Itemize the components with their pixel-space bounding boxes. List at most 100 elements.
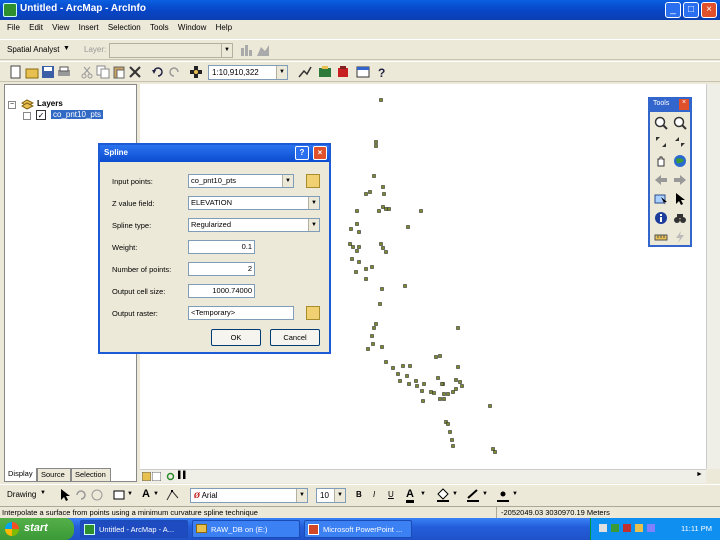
back-extent-icon[interactable] bbox=[654, 173, 668, 187]
font-color-icon[interactable]: A bbox=[406, 488, 414, 503]
select-elements-icon[interactable] bbox=[58, 488, 72, 502]
refresh-icon[interactable] bbox=[166, 472, 175, 481]
layers-root-label[interactable]: Layers bbox=[37, 99, 63, 108]
undo-icon[interactable] bbox=[151, 65, 165, 79]
chevron-down-icon[interactable]: ▼ bbox=[127, 491, 133, 497]
tray-icon-network[interactable] bbox=[599, 524, 607, 532]
input-points-select[interactable]: co_pnt10_pts ▼ bbox=[188, 174, 294, 188]
select-elements-icon[interactable] bbox=[673, 192, 687, 206]
zoom-out-icon[interactable] bbox=[673, 116, 687, 130]
dialog-close-icon[interactable]: × bbox=[313, 146, 327, 160]
pause-drawing-icon[interactable]: ▌▌ bbox=[178, 472, 188, 479]
command-line-icon[interactable] bbox=[356, 65, 370, 79]
layer-visibility-checkbox[interactable]: ✓ bbox=[36, 110, 46, 120]
italic-button[interactable]: I bbox=[373, 490, 375, 499]
chevron-down-icon[interactable]: ▼ bbox=[512, 491, 518, 497]
tray-icon-display[interactable] bbox=[647, 524, 655, 532]
menu-insert[interactable]: Insert bbox=[79, 23, 99, 32]
start-button[interactable]: start bbox=[0, 518, 74, 540]
select-features-icon[interactable] bbox=[654, 192, 668, 206]
marker-color-icon[interactable] bbox=[496, 488, 510, 502]
layer-name[interactable]: co_pnt10_pts bbox=[51, 110, 104, 119]
chevron-down-icon[interactable]: ▼ bbox=[282, 175, 293, 187]
tray-icon-volume[interactable] bbox=[635, 524, 643, 532]
output-raster-input[interactable]: <Temporary> bbox=[188, 306, 294, 320]
chevron-down-icon[interactable]: ▼ bbox=[308, 219, 319, 231]
taskbar-item-explorer[interactable]: RAW_DB on (E:) bbox=[192, 520, 300, 538]
tools-toolbar-header[interactable]: Tools × bbox=[650, 99, 690, 112]
spatial-analyst-menu[interactable]: Spatial Analyst bbox=[7, 45, 59, 54]
cancel-button[interactable]: Cancel bbox=[270, 329, 320, 346]
dialog-title-bar[interactable]: Spline ? × bbox=[100, 145, 329, 162]
spline-type-select[interactable]: Regularized ▼ bbox=[188, 218, 320, 232]
rotate-icon[interactable] bbox=[74, 488, 88, 502]
forward-extent-icon[interactable] bbox=[673, 173, 687, 187]
print-icon[interactable] bbox=[57, 65, 71, 79]
font-select[interactable]: Ø Arial ▼ bbox=[190, 488, 308, 503]
chevron-down-icon[interactable]: ▼ bbox=[308, 197, 319, 209]
browse-folder-icon[interactable] bbox=[306, 174, 320, 188]
line-color-icon[interactable] bbox=[466, 488, 480, 502]
collapse-toggle[interactable]: − bbox=[8, 101, 16, 109]
add-data-icon[interactable] bbox=[189, 65, 203, 79]
chevron-down-icon[interactable]: ▼ bbox=[276, 66, 287, 79]
dialog-help-icon[interactable]: ? bbox=[295, 146, 309, 160]
maximize-button[interactable]: □ bbox=[683, 2, 699, 18]
fixed-zoom-out-icon[interactable] bbox=[673, 135, 687, 149]
tray-icon-security[interactable] bbox=[611, 524, 619, 532]
menu-selection[interactable]: Selection bbox=[108, 23, 141, 32]
fixed-zoom-in-icon[interactable] bbox=[654, 135, 668, 149]
map-vertical-scrollbar[interactable] bbox=[706, 84, 720, 469]
whats-this-help-icon[interactable]: ? bbox=[375, 65, 389, 79]
tab-source[interactable]: Source bbox=[37, 468, 71, 482]
cell-size-input[interactable]: 1000.74000 bbox=[188, 284, 255, 298]
menu-edit[interactable]: Edit bbox=[29, 23, 43, 32]
browse-folder-icon[interactable] bbox=[306, 306, 320, 320]
delete-icon[interactable] bbox=[128, 65, 142, 79]
copy-icon[interactable] bbox=[96, 65, 110, 79]
chevron-down-icon[interactable]: ▼ bbox=[482, 491, 488, 497]
save-icon[interactable] bbox=[41, 65, 55, 79]
data-view-icon[interactable] bbox=[142, 472, 151, 481]
layer-expand-toggle[interactable] bbox=[23, 112, 31, 120]
editor-toolbar-icon[interactable] bbox=[298, 65, 312, 79]
spatial-analyst-dropdown-icon[interactable]: ▼ bbox=[63, 45, 70, 52]
find-icon[interactable] bbox=[673, 211, 687, 225]
tools-close-icon[interactable]: × bbox=[679, 99, 689, 110]
menu-file[interactable]: File bbox=[7, 23, 20, 32]
ok-button[interactable]: OK bbox=[211, 329, 261, 346]
fill-color-icon[interactable] bbox=[436, 488, 450, 502]
open-icon[interactable] bbox=[25, 65, 39, 79]
weight-input[interactable]: 0.1 bbox=[188, 240, 255, 254]
hyperlink-icon[interactable] bbox=[673, 230, 687, 244]
minimize-button[interactable]: _ bbox=[665, 2, 681, 18]
paste-icon[interactable] bbox=[112, 65, 126, 79]
redo-icon[interactable] bbox=[167, 65, 181, 79]
menu-window[interactable]: Window bbox=[178, 23, 206, 32]
chevron-down-icon[interactable]: ▼ bbox=[153, 491, 159, 497]
taskbar-item-powerpoint[interactable]: Microsoft PowerPoint ... bbox=[304, 520, 412, 538]
cut-icon[interactable] bbox=[80, 65, 94, 79]
map-horizontal-scrollbar[interactable]: ▌▌ ► bbox=[140, 469, 706, 483]
new-icon[interactable] bbox=[9, 65, 23, 79]
zoom-to-selected-icon[interactable] bbox=[90, 488, 104, 502]
new-text-icon[interactable]: A bbox=[142, 488, 150, 500]
chevron-down-icon[interactable]: ▼ bbox=[334, 489, 345, 502]
zoom-in-icon[interactable] bbox=[654, 116, 668, 130]
measure-icon[interactable] bbox=[654, 230, 668, 244]
taskbar-item-arcmap[interactable]: Untitled - ArcMap - A... bbox=[80, 520, 188, 538]
close-button[interactable]: × bbox=[701, 2, 717, 18]
chevron-down-icon[interactable]: ▼ bbox=[296, 489, 307, 502]
arccatalog-icon[interactable] bbox=[318, 65, 332, 79]
menu-tools[interactable]: Tools bbox=[150, 23, 169, 32]
tab-selection[interactable]: Selection bbox=[71, 468, 111, 482]
z-field-select[interactable]: ELEVATION ▼ bbox=[188, 196, 320, 210]
tray-icon-antivirus[interactable] bbox=[623, 524, 631, 532]
menu-help[interactable]: Help bbox=[216, 23, 232, 32]
rectangle-icon[interactable] bbox=[112, 488, 126, 502]
drawing-menu[interactable]: Drawing bbox=[7, 490, 36, 499]
tab-display[interactable]: Display bbox=[4, 468, 37, 482]
map-scale-select[interactable]: 1:10,910,322 ▼ bbox=[208, 65, 288, 80]
pan-icon[interactable] bbox=[654, 154, 668, 168]
full-extent-icon[interactable] bbox=[673, 154, 687, 168]
